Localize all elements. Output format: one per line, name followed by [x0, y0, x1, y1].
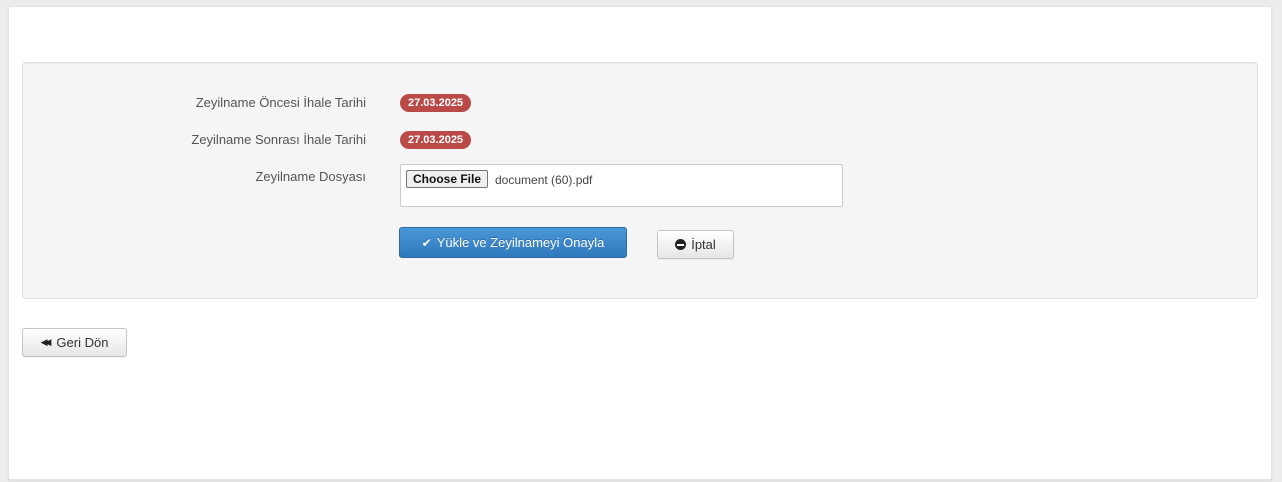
post-date-label: Zeyilname Sonrası İhale Tarihi: [191, 132, 366, 147]
page-container: Zeyilname Öncesi İhale Tarihi 27.03.2025…: [8, 6, 1272, 480]
back-button[interactable]: ◀◀ Geri Dön: [22, 328, 127, 357]
pre-date-badge: 27.03.2025: [400, 94, 472, 112]
minus-circle-icon: [675, 239, 687, 250]
pre-date-row: Zeyilname Öncesi İhale Tarihi 27.03.2025: [23, 93, 1257, 113]
check-icon: ✔: [421, 235, 432, 250]
post-date-badge: 27.03.2025: [400, 131, 472, 149]
choose-file-button[interactable]: Choose File: [406, 170, 489, 188]
file-label: Zeyilname Dosyası: [255, 169, 366, 184]
pre-date-label: Zeyilname Öncesi İhale Tarihi: [195, 95, 366, 110]
addendum-form-panel: Zeyilname Öncesi İhale Tarihi 27.03.2025…: [22, 62, 1258, 299]
backward-icon: ◀◀: [40, 337, 52, 347]
upload-confirm-label: Yükle ve Zeyilnameyi Onayla: [436, 235, 605, 250]
cancel-label: İptal: [691, 237, 716, 252]
selected-file-name: document (60).pdf: [495, 173, 593, 187]
cancel-button[interactable]: İptal: [657, 230, 734, 259]
post-date-row: Zeyilname Sonrası İhale Tarihi 27.03.202…: [23, 130, 1257, 150]
back-label: Geri Dön: [56, 335, 109, 350]
file-input[interactable]: Choose File document (60).pdf: [400, 164, 843, 207]
upload-confirm-button[interactable]: ✔ Yükle ve Zeyilnameyi Onayla: [399, 227, 627, 258]
